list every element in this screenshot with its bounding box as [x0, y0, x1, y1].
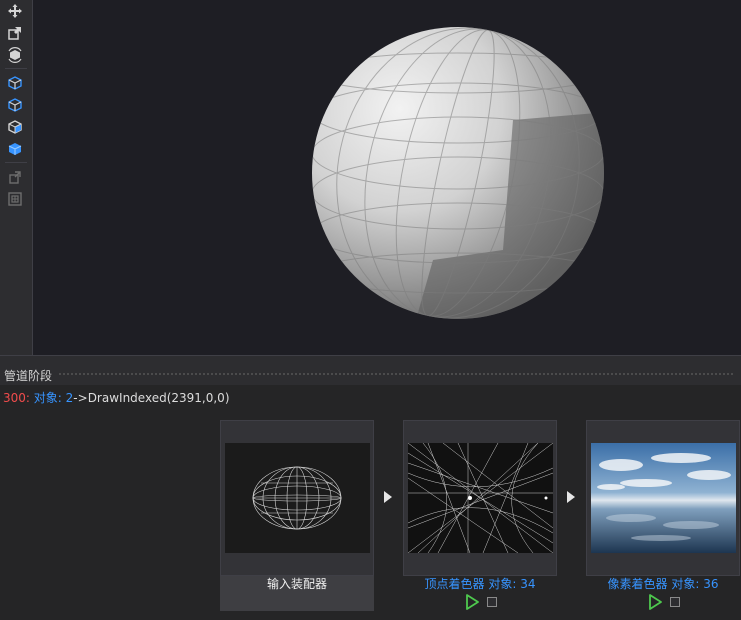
vertex-shader-controls [465, 594, 505, 610]
pipeline-stages-header: 管道阶段 [0, 365, 741, 385]
draw-call-text: DrawIndexed(2391,0,0) [87, 391, 230, 405]
event-number: 300: [3, 391, 30, 405]
stage-label-vertex-shader[interactable]: 顶点着色器 对象: 34 [403, 576, 557, 592]
cube-view-icon-2[interactable] [6, 96, 24, 114]
rendered-sphere [312, 27, 604, 319]
graphics-toolbar [0, 0, 33, 355]
object-label: 对象: [33, 391, 62, 405]
stage-pixel-shader[interactable] [586, 420, 740, 576]
play-icon[interactable] [465, 594, 479, 610]
layout-icon[interactable] [6, 190, 24, 208]
move-icon[interactable] [6, 2, 24, 20]
export-icon[interactable] [6, 168, 24, 186]
rotate-icon[interactable] [6, 46, 24, 64]
vertex-shader-thumbnail [408, 443, 553, 553]
pixel-shader-thumbnail [591, 443, 736, 553]
stage-label-pixel-shader[interactable]: 像素着色器 对象: 36 [586, 576, 740, 592]
stage-arrow-1 [384, 491, 392, 503]
cube-view-icon-3[interactable] [6, 118, 24, 136]
stage-vertex-shader[interactable] [403, 420, 557, 576]
scale-icon[interactable] [6, 24, 24, 42]
stage-arrow-2 [567, 491, 575, 503]
cube-solid-icon[interactable] [6, 140, 24, 158]
play-icon[interactable] [648, 594, 662, 610]
stop-checkbox[interactable] [670, 597, 680, 607]
render-viewport[interactable] [33, 0, 741, 355]
input-assembler-thumbnail [225, 443, 370, 553]
pixel-shader-controls [648, 594, 688, 610]
panel-grip[interactable] [58, 372, 735, 377]
panel-title: 管道阶段 [4, 369, 53, 383]
stage-label-input-assembler[interactable]: 输入装配器 [220, 576, 374, 611]
draw-call-line: 300: 对象: 2->DrawIndexed(2391,0,0) [3, 389, 230, 406]
cube-view-icon-1[interactable] [6, 74, 24, 92]
stage-input-assembler[interactable] [220, 420, 374, 576]
call-arrow: -> [73, 391, 88, 405]
stop-checkbox[interactable] [487, 597, 497, 607]
